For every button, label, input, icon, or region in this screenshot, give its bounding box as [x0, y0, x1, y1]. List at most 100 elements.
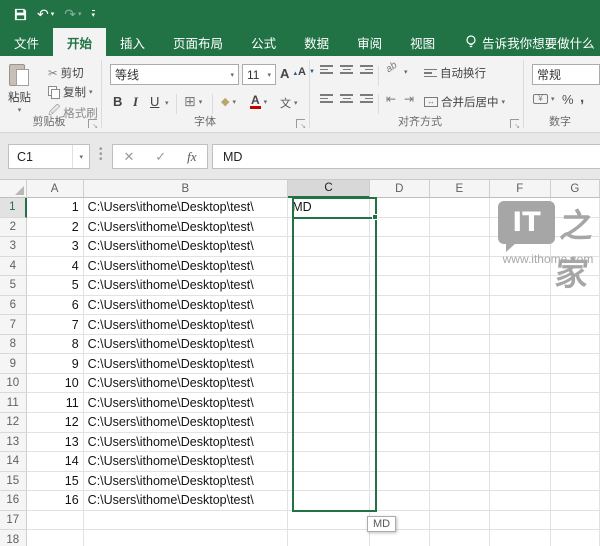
cell-E1[interactable]	[429, 198, 490, 218]
cell-G14[interactable]	[550, 452, 600, 472]
redo-dropdown-icon[interactable]: ▾	[78, 11, 82, 18]
cell-A11[interactable]: 11	[26, 393, 84, 414]
row-header-5[interactable]: 5	[0, 276, 27, 296]
row-header-15[interactable]: 15	[0, 471, 27, 492]
orientation-dropdown-icon[interactable]: ▾	[404, 68, 408, 76]
cell-D9[interactable]	[369, 354, 430, 374]
cell-F6[interactable]	[489, 295, 551, 316]
cell-B9[interactable]: C:\Users\ithome\Desktop\test\	[83, 354, 289, 374]
cell-B8[interactable]: C:\Users\ithome\Desktop\test\	[83, 334, 289, 355]
font-size-combo[interactable]: 11 ▾	[242, 64, 276, 85]
font-name-dropdown-icon[interactable]: ▾	[230, 71, 234, 79]
tab-formulas[interactable]: 公式	[237, 28, 290, 56]
cell-E17[interactable]	[429, 510, 490, 531]
cell-C12[interactable]	[288, 413, 370, 433]
cell-C1[interactable]: MD	[288, 198, 370, 218]
cell-E13[interactable]	[429, 432, 490, 453]
row-header-7[interactable]: 7	[0, 315, 27, 335]
row-header-9[interactable]: 9	[0, 354, 27, 374]
percent-style-button[interactable]: %	[562, 92, 574, 107]
italic-button[interactable]: I	[133, 94, 138, 110]
row-header-8[interactable]: 8	[0, 334, 27, 355]
top-align-button[interactable]	[320, 65, 333, 74]
column-header-C[interactable]: C	[288, 180, 370, 198]
cell-A10[interactable]: 10	[26, 373, 84, 394]
column-header-F[interactable]: F	[489, 180, 551, 198]
cell-F16[interactable]	[489, 491, 551, 511]
cell-D13[interactable]	[369, 432, 430, 453]
cell-B3[interactable]: C:\Users\ithome\Desktop\test\	[83, 237, 289, 257]
name-box-dropdown-icon[interactable]: ▾	[72, 145, 89, 168]
cell-A17[interactable]	[26, 510, 84, 531]
cell-B18[interactable]	[84, 530, 289, 546]
cell-C15[interactable]	[288, 471, 370, 492]
cell-A8[interactable]: 8	[26, 334, 84, 355]
cell-C18[interactable]	[288, 530, 370, 546]
tab-insert[interactable]: 插入	[106, 28, 159, 56]
cell-G5[interactable]	[550, 276, 600, 296]
cell-E8[interactable]	[429, 334, 490, 355]
row-header-6[interactable]: 6	[0, 295, 27, 316]
save-icon[interactable]	[14, 8, 27, 21]
copy-button[interactable]: 复制 ▾	[48, 84, 93, 100]
underline-button[interactable]: U	[150, 94, 159, 109]
cell-A7[interactable]: 7	[26, 315, 84, 335]
cell-D12[interactable]	[369, 413, 430, 433]
row-header-11[interactable]: 11	[0, 393, 27, 414]
accounting-format-button[interactable]: ¥ ▾	[533, 94, 555, 104]
cell-C8[interactable]	[288, 334, 370, 355]
tab-page-layout[interactable]: 页面布局	[159, 28, 237, 56]
cell-E12[interactable]	[429, 413, 490, 433]
bold-button[interactable]: B	[113, 94, 122, 109]
cell-A16[interactable]: 16	[26, 491, 84, 511]
name-box[interactable]: C1 ▾	[8, 144, 90, 169]
column-header-B[interactable]: B	[83, 180, 289, 198]
cell-B2[interactable]: C:\Users\ithome\Desktop\test\	[83, 217, 289, 238]
cell-B6[interactable]: C:\Users\ithome\Desktop\test\	[83, 295, 289, 316]
cut-button[interactable]: ✂ 剪切	[48, 65, 84, 81]
font-color-button[interactable]: A ▾	[250, 94, 267, 109]
cell-F2[interactable]	[489, 217, 551, 238]
wrap-text-button[interactable]: 自动换行	[424, 65, 486, 81]
cell-F9[interactable]	[489, 354, 551, 374]
cell-E18[interactable]	[430, 530, 490, 546]
cell-B17[interactable]	[83, 510, 289, 531]
cell-A3[interactable]: 3	[26, 237, 84, 257]
cell-E10[interactable]	[429, 373, 490, 394]
merge-center-dropdown-icon[interactable]: ▾	[502, 98, 506, 106]
column-header-G[interactable]: G	[550, 180, 600, 198]
cell-E11[interactable]	[429, 393, 490, 414]
customize-qat-button[interactable]: ▾	[91, 9, 96, 19]
cell-G12[interactable]	[550, 413, 600, 433]
cell-E7[interactable]	[429, 315, 490, 335]
undo-button[interactable]: ↶ ▾	[37, 7, 54, 21]
font-size-dropdown-icon[interactable]: ▾	[267, 71, 271, 79]
paste-button[interactable]: 粘贴 ▾	[8, 62, 31, 114]
cell-E5[interactable]	[429, 276, 490, 296]
cell-G2[interactable]	[550, 217, 600, 238]
cell-E6[interactable]	[429, 295, 490, 316]
borders-button[interactable]: ⊞ ▾	[184, 93, 202, 110]
cell-F3[interactable]	[489, 237, 551, 257]
cell-F7[interactable]	[489, 315, 551, 335]
copy-dropdown-icon[interactable]: ▾	[89, 88, 93, 96]
cell-A12[interactable]: 12	[26, 413, 84, 433]
cell-B12[interactable]: C:\Users\ithome\Desktop\test\	[83, 413, 289, 433]
column-header-D[interactable]: D	[369, 180, 430, 198]
cell-G6[interactable]	[550, 295, 600, 316]
cell-D6[interactable]	[369, 295, 430, 316]
shrink-font-button[interactable]: A ▼	[298, 66, 315, 78]
cell-A14[interactable]: 14	[26, 452, 84, 472]
cell-D4[interactable]	[369, 256, 430, 277]
cell-B15[interactable]: C:\Users\ithome\Desktop\test\	[83, 471, 289, 492]
redo-button[interactable]: ↷ ▾	[64, 7, 81, 21]
cell-D1[interactable]	[369, 198, 430, 218]
insert-function-icon[interactable]: fx	[187, 149, 196, 165]
cell-F1[interactable]	[489, 198, 551, 218]
row-header-4[interactable]: 4	[0, 256, 27, 277]
cell-D14[interactable]	[369, 452, 430, 472]
cell-E15[interactable]	[429, 471, 490, 492]
undo-dropdown-icon[interactable]: ▾	[51, 11, 55, 18]
cell-D18[interactable]	[370, 530, 430, 546]
fill-handle[interactable]	[372, 213, 378, 220]
